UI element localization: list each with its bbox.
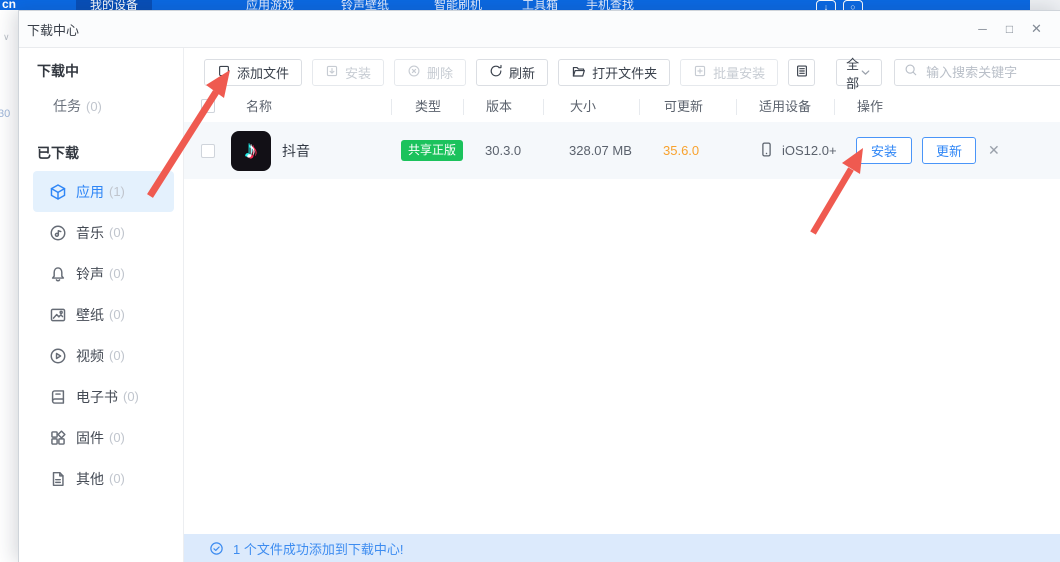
download-center-window: 下载中心 ─ □ ✕ 下载中 任务(0) 已下载 应用 (1) 音乐 (0) <box>18 10 1060 562</box>
install-button[interactable]: 安装 <box>312 59 384 86</box>
title-bar: 下载中心 ─ □ ✕ <box>19 11 1060 48</box>
sidebar-item-wallpapers[interactable]: 壁纸 (0) <box>33 294 174 335</box>
status-message: 1 个文件成功添加到下载中心! <box>233 539 403 558</box>
open-folder-button[interactable]: 打开文件夹 <box>558 59 670 86</box>
sidebar-item-music[interactable]: 音乐 (0) <box>33 212 174 253</box>
delete-button[interactable]: 删除 <box>394 59 466 86</box>
table-header: 名称 类型 版本 大小 可更新 适用设备 操作 <box>184 95 1060 119</box>
row-remove-icon[interactable]: ✕ <box>988 142 1000 159</box>
select-all-checkbox[interactable] <box>201 99 215 113</box>
bg-tab-ringtones[interactable]: 铃声壁纸 <box>327 0 403 10</box>
check-circle-icon <box>209 541 224 556</box>
filter-dropdown[interactable]: 全部 <box>836 59 882 86</box>
douyin-app-icon: ♪ <box>231 131 271 171</box>
update-version-value: 35.6.0 <box>639 143 736 158</box>
bg-tab-find-phone[interactable]: 手机查找 <box>572 0 648 10</box>
background-app-topbar: cn 我的设备 应用游戏 铃声壁纸 智能刷机 工具箱 手机查找 ↓ ○ <box>0 0 1030 10</box>
license-badge: 共享正版 <box>401 140 463 161</box>
cube-icon <box>49 183 67 201</box>
bell-icon <box>49 265 67 283</box>
size-value: 328.07 MB <box>543 143 639 158</box>
install-icon <box>325 64 339 81</box>
status-bar: 1 个文件成功添加到下载中心! <box>184 534 1060 562</box>
sidebar-item-tasks[interactable]: 任务(0) <box>19 94 183 118</box>
window-controls: ─ □ ✕ <box>969 17 1060 41</box>
version-value: 30.3.0 <box>463 143 543 158</box>
header-size: 大小 <box>543 99 639 115</box>
sidebar-item-firmware[interactable]: 固件 (0) <box>33 417 174 458</box>
minimize-button[interactable]: ─ <box>969 17 996 41</box>
sidebar-item-videos[interactable]: 视频 (0) <box>33 335 174 376</box>
bg-tab-my-device[interactable]: 我的设备 <box>76 0 152 10</box>
edge-number-fragment: 30 <box>0 108 10 120</box>
bg-tab-flash[interactable]: 智能刷机 <box>420 0 496 10</box>
bg-tab-toolbox[interactable]: 工具箱 <box>508 0 572 10</box>
sidebar-item-ringtones[interactable]: 铃声 (0) <box>33 253 174 294</box>
list-icon <box>795 64 809 81</box>
topbar-download-icon[interactable]: ↓ <box>816 0 836 10</box>
header-device: 适用设备 <box>736 99 834 115</box>
header-type: 类型 <box>391 99 463 115</box>
add-file-button[interactable]: 添加文件 <box>204 59 302 86</box>
table-row: ♪ 抖音 共享正版 30.3.0 328.07 MB 35.6.0 iOS12.… <box>184 122 1060 179</box>
sidebar-item-ebooks[interactable]: 电子书 (0) <box>33 376 174 417</box>
sidebar: 下载中 任务(0) 已下载 应用 (1) 音乐 (0) 铃声 (0) <box>19 48 184 562</box>
video-icon <box>49 347 67 365</box>
chevron-icon: ∨ <box>3 32 10 43</box>
background-left-edge: ∨ 30 <box>0 10 19 562</box>
window-title: 下载中心 <box>19 20 79 39</box>
task-count: (0) <box>86 99 102 114</box>
topbar-circle-icon[interactable]: ○ <box>843 0 863 10</box>
batch-install-icon <box>693 64 707 81</box>
search-input[interactable] <box>924 64 1060 81</box>
search-box <box>894 59 1060 86</box>
firmware-icon <box>49 429 67 447</box>
music-disc-icon <box>49 224 67 242</box>
sidebar-item-apps[interactable]: 应用 (1) <box>33 171 174 212</box>
wallpaper-icon <box>49 306 67 324</box>
phone-icon <box>758 141 775 161</box>
device-requirement: iOS12.0+ <box>782 143 837 158</box>
folder-icon <box>571 64 586 82</box>
sidebar-item-other[interactable]: 其他 (0) <box>33 458 174 499</box>
header-name: 名称 <box>231 99 391 115</box>
ebook-icon <box>49 388 67 406</box>
add-file-icon <box>217 64 231 81</box>
row-install-button[interactable]: 安装 <box>856 137 912 164</box>
empty-list-area <box>184 179 1060 534</box>
section-heading-downloaded: 已下载 <box>19 143 183 163</box>
header-action: 操作 <box>834 99 1060 115</box>
row-checkbox[interactable] <box>201 144 215 158</box>
other-file-icon <box>49 470 67 488</box>
bg-tab-apps-games[interactable]: 应用游戏 <box>232 0 308 10</box>
filter-value: 全部 <box>846 54 859 92</box>
delete-icon <box>407 64 421 81</box>
main-panel: 添加文件 安装 删除 刷新 打开文件夹 <box>184 48 1060 562</box>
music-note-icon: ♪ <box>245 139 257 163</box>
close-button[interactable]: ✕ <box>1023 17 1050 41</box>
batch-install-button[interactable]: 批量安装 <box>680 59 778 86</box>
header-updatable: 可更新 <box>639 99 736 115</box>
app-name: 抖音 <box>282 141 310 161</box>
header-version: 版本 <box>463 99 543 115</box>
detail-list-toggle-button[interactable] <box>788 59 815 86</box>
refresh-icon <box>489 64 503 81</box>
refresh-button[interactable]: 刷新 <box>476 59 548 86</box>
section-heading-downloading: 下载中 <box>19 61 183 81</box>
app-logo-fragment: cn <box>2 0 16 10</box>
sidebar-list: 应用 (1) 音乐 (0) 铃声 (0) 壁纸 (0) <box>19 171 183 499</box>
row-update-button[interactable]: 更新 <box>922 137 976 164</box>
maximize-button[interactable]: □ <box>996 17 1023 41</box>
search-icon <box>904 63 918 82</box>
toolbar: 添加文件 安装 删除 刷新 打开文件夹 <box>184 48 1060 86</box>
chevron-down-icon <box>859 66 872 79</box>
